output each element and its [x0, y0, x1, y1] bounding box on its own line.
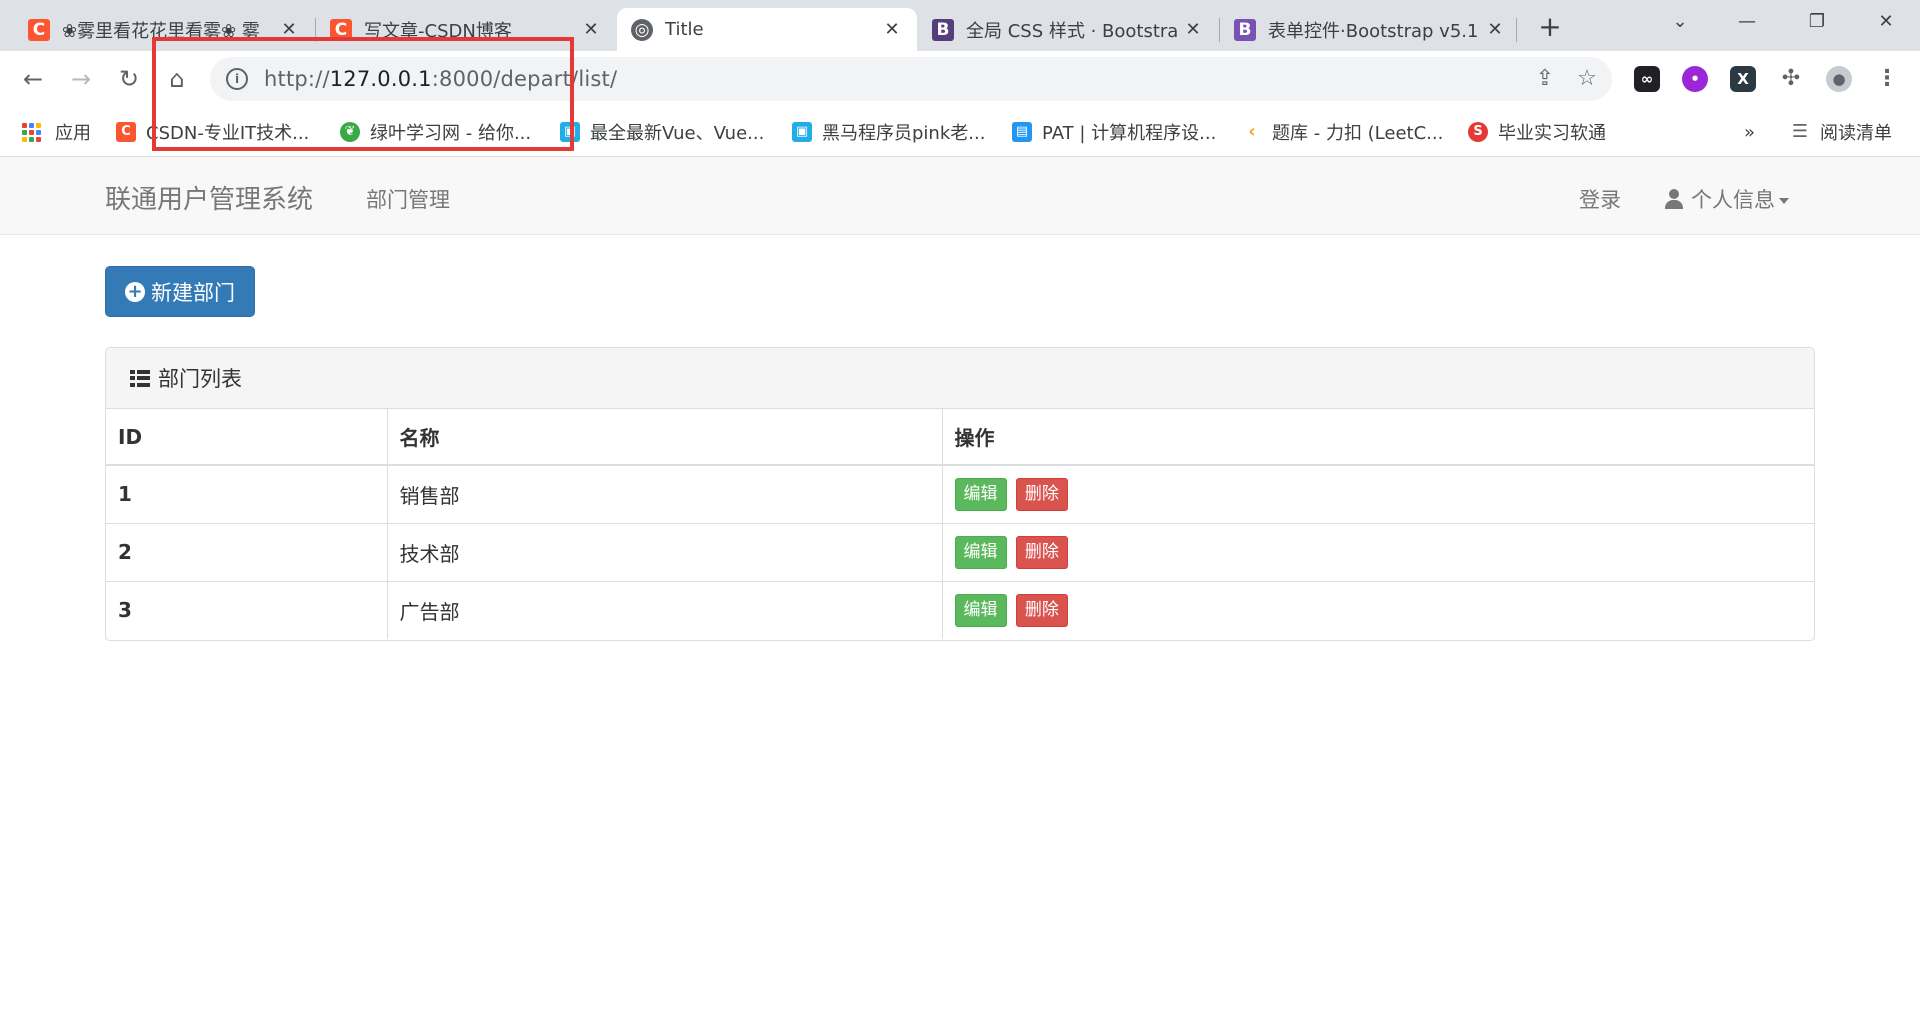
tab-bootstrap-forms[interactable]: B 表单控件·Bootstrap v5.1 ✕	[1220, 8, 1520, 51]
table-row: 1 销售部 编辑 删除	[106, 465, 1814, 523]
plus-circle-icon: +	[125, 281, 145, 302]
forward-icon[interactable]: →	[66, 64, 96, 94]
bootstrap-icon: B	[1234, 18, 1256, 41]
extension-x-icon[interactable]: X	[1730, 66, 1756, 92]
cell-name: 销售部	[386, 465, 942, 523]
cell-id: 2	[106, 522, 387, 581]
reload-icon[interactable]: ↻	[114, 64, 144, 94]
cell-name: 技术部	[386, 522, 942, 581]
cell-id: 1	[118, 482, 132, 507]
tab-separator	[1516, 18, 1517, 42]
nav-login[interactable]: 登录	[1579, 184, 1621, 214]
edit-button[interactable]: 编辑	[954, 535, 1007, 569]
csdn-icon: C	[116, 122, 136, 142]
bookmark-pat[interactable]: ▤ PAT | 计算机程序设...	[1012, 120, 1216, 144]
tab-title: 表单控件·Bootstrap v5.1	[1268, 20, 1479, 42]
table-header-row: ID 名称 操作	[106, 409, 1814, 466]
column-header-actions: 操作	[941, 409, 1814, 466]
page-content: 联通用户管理系统 部门管理 登录 个人信息 + 新建部门 部门列表 ID 名称 …	[0, 157, 1920, 1020]
csdn-icon: C	[28, 18, 50, 41]
app-navbar: 联通用户管理系统 部门管理 登录 个人信息	[0, 157, 1920, 235]
depart-table: ID 名称 操作 1 销售部 编辑 删除 2 技术部 编辑 删除 3 广告部 编…	[106, 409, 1814, 639]
apps-icon	[22, 122, 41, 142]
minimize-icon[interactable]: —	[1727, 8, 1767, 38]
user-icon	[1665, 189, 1683, 209]
window-close-icon[interactable]: ✕	[1866, 8, 1906, 38]
reading-list-label: 阅读清单	[1820, 123, 1892, 144]
nav-profile-label: 个人信息	[1691, 188, 1775, 212]
edit-button[interactable]: 编辑	[954, 477, 1007, 511]
cell-actions: 编辑 删除	[941, 580, 1814, 639]
bookmark-leetcode[interactable]: ‹ 题库 - 力扣 (LeetC...	[1242, 120, 1444, 145]
delete-button[interactable]: 删除	[1015, 477, 1068, 511]
close-icon[interactable]: ✕	[580, 19, 602, 40]
bookmark-label: 最全最新Vue、Vue...	[590, 123, 765, 144]
bookmark-label: 毕业实习软通	[1498, 123, 1606, 144]
bookmark-label: 黑马程序员pink老...	[822, 123, 986, 144]
tab-search-chevron-icon[interactable]: ⌄	[1660, 8, 1700, 38]
globe-icon: ◎	[631, 18, 653, 41]
bilibili-icon: ▣	[792, 122, 812, 142]
bookmarks-overflow-icon[interactable]: »	[1744, 120, 1755, 144]
bookmark-heima[interactable]: ▣ 黑马程序员pink老...	[792, 120, 985, 144]
new-depart-button[interactable]: + 新建部门	[105, 266, 255, 317]
back-icon[interactable]: ←	[18, 64, 48, 94]
annotation-highlight-box	[152, 37, 574, 151]
delete-button[interactable]: 删除	[1015, 593, 1068, 627]
panel-title: 部门列表	[158, 367, 242, 391]
close-icon[interactable]: ✕	[1484, 19, 1506, 40]
nav-profile-dropdown[interactable]: 个人信息	[1665, 184, 1789, 214]
restore-icon[interactable]: ❐	[1797, 8, 1837, 38]
bookmark-vue[interactable]: ▣ 最全最新Vue、Vue...	[560, 120, 764, 144]
cell-id: 3	[106, 580, 387, 639]
close-icon[interactable]: ✕	[1182, 19, 1204, 40]
leetcode-icon: ‹	[1248, 121, 1256, 142]
profile-avatar-icon[interactable]: ●	[1826, 66, 1852, 92]
cell-name: 广告部	[386, 580, 942, 639]
star-icon[interactable]: ☆	[1574, 66, 1600, 92]
bookmark-label: 应用	[55, 123, 91, 144]
cell-actions: 编辑 删除	[941, 522, 1814, 581]
panel-heading: 部门列表	[106, 348, 1814, 409]
bookmark-label: 题库 - 力扣 (LeetC...	[1272, 123, 1444, 144]
reading-list-button[interactable]: ☰ 阅读清单	[1790, 120, 1892, 145]
share-icon[interactable]: ⇪	[1532, 66, 1558, 92]
cell-actions: 编辑 删除	[941, 465, 1814, 523]
edit-button[interactable]: 编辑	[954, 593, 1007, 627]
tab-title-active[interactable]: ◎ Title ✕	[617, 8, 917, 51]
menu-kebab-icon[interactable]: ⋮	[1874, 66, 1900, 92]
new-depart-label: 新建部门	[151, 280, 235, 305]
column-header-name: 名称	[386, 409, 942, 466]
tab-title: 全局 CSS 样式 · Bootstra	[966, 20, 1179, 42]
tab-title: Title	[665, 19, 704, 40]
bookmark-label: PAT | 计算机程序设...	[1042, 123, 1217, 144]
delete-button[interactable]: 删除	[1015, 535, 1068, 569]
bookmark-school[interactable]: S 毕业实习软通	[1468, 120, 1606, 144]
tab-bootstrap-css[interactable]: B 全局 CSS 样式 · Bootstra ✕	[918, 8, 1218, 51]
table-row: 2 技术部 编辑 删除	[106, 522, 1814, 581]
depart-list-panel: 部门列表 ID 名称 操作 1 销售部 编辑 删除 2 技术部 编辑 删除 3 …	[105, 347, 1815, 641]
list-icon	[130, 369, 150, 387]
close-icon[interactable]: ✕	[881, 19, 903, 40]
caret-down-icon	[1779, 198, 1789, 204]
brand-title[interactable]: 联通用户管理系统	[105, 179, 313, 216]
bookmark-apps[interactable]: 应用	[22, 120, 91, 144]
extension-link-icon[interactable]: ∞	[1634, 66, 1660, 92]
pat-icon: ▤	[1012, 122, 1032, 142]
extensions-puzzle-icon[interactable]: ✣	[1778, 66, 1804, 92]
school-icon: S	[1468, 122, 1488, 142]
new-tab-icon[interactable]: +	[1534, 12, 1566, 44]
bootstrap-icon: B	[932, 18, 954, 41]
column-header-id: ID	[106, 409, 387, 466]
extension-purple-icon[interactable]: •	[1682, 66, 1708, 92]
table-row: 3 广告部 编辑 删除	[106, 580, 1814, 639]
reading-list-icon: ☰	[1791, 121, 1809, 142]
nav-depart-manage[interactable]: 部门管理	[366, 184, 450, 214]
